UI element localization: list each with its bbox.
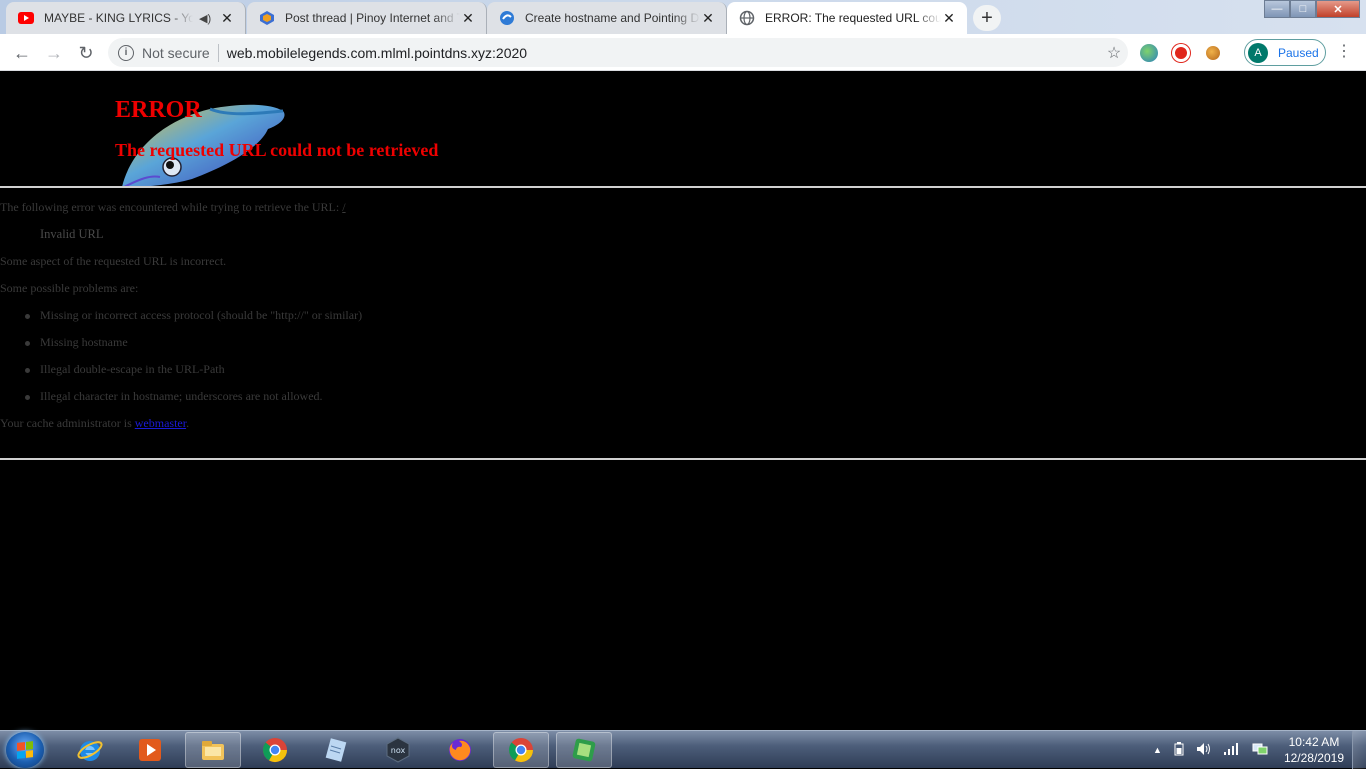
nox-icon[interactable]: nox: [370, 732, 426, 768]
globe-icon: [739, 10, 755, 26]
chrome-icon[interactable]: [247, 732, 303, 768]
profile-status: Paused: [1278, 45, 1319, 60]
network-icon[interactable]: [1252, 742, 1268, 759]
tab-error[interactable]: ERROR: The requested URL could not be re…: [727, 2, 967, 34]
close-tab-icon[interactable]: ✕: [219, 10, 235, 27]
forum-icon: [259, 10, 275, 26]
close-window-button[interactable]: ✕: [1316, 0, 1360, 18]
clock-date: 12/28/2019: [1283, 751, 1344, 765]
bullet: [25, 368, 30, 373]
tab-create-hostname[interactable]: Create hostname and Pointing DNS ✕: [487, 2, 727, 34]
chrome-icon[interactable]: [493, 732, 549, 768]
bullet: [25, 314, 30, 319]
minimize-button[interactable]: —: [1264, 0, 1290, 18]
forward-button[interactable]: →: [40, 39, 68, 67]
adblock-icon[interactable]: [1172, 44, 1190, 62]
list-item: Illegal double-escape in the URL-Path: [40, 362, 225, 376]
close-tab-icon[interactable]: ✕: [460, 10, 476, 27]
svg-text:nox: nox: [391, 746, 406, 755]
firefox-icon[interactable]: [432, 732, 488, 768]
problems-label: Some possible problems are:: [0, 281, 139, 295]
profile-button[interactable]: A Paused: [1244, 39, 1326, 66]
notepad-icon[interactable]: [308, 732, 364, 768]
page-subtitle: The requested URL could not be retrieved: [115, 140, 439, 160]
list-item: Missing hostname: [40, 335, 128, 349]
signal-icon[interactable]: [1223, 742, 1240, 758]
divider: [0, 458, 1366, 460]
tab-title: MAYBE - KING LYRICS - YouTube: [44, 11, 193, 25]
media-player-icon[interactable]: [122, 732, 178, 768]
info-icon[interactable]: i: [118, 44, 134, 61]
bookmark-star-icon[interactable]: ☆: [1100, 43, 1128, 63]
page-title: ERROR: [115, 97, 202, 123]
webmaster-link[interactable]: webmaster: [135, 416, 186, 430]
bullet: [25, 341, 30, 346]
volume-icon[interactable]: [1196, 742, 1212, 759]
admin-suffix: .: [186, 416, 190, 430]
show-desktop-button[interactable]: [1352, 731, 1366, 769]
intro-prefix: The following error was encountered whil…: [0, 200, 340, 214]
file-explorer-icon[interactable]: [185, 732, 241, 768]
error-page: ERROR The requested URL could not be ret…: [0, 71, 1366, 730]
url-text[interactable]: web.mobilelegends.com.mlml.pointdns.xyz:…: [227, 45, 1100, 61]
error-name: Invalid URL: [40, 227, 104, 241]
tab-youtube[interactable]: MAYBE - KING LYRICS - YouTube ◀) ✕: [6, 2, 246, 34]
intro-text: The following error was encountered whil…: [0, 200, 346, 215]
app-icon[interactable]: [556, 732, 612, 768]
noip-icon: [499, 10, 515, 26]
tab-title: ERROR: The requested URL could not be re…: [765, 11, 941, 25]
bullet: [25, 395, 30, 400]
divider: [0, 186, 1366, 188]
clock-time: 10:42 AM: [1288, 735, 1340, 749]
browser-toolbar: ← → ↻ i Not secure web.mobilelegends.com…: [0, 34, 1366, 71]
extension-globe-icon[interactable]: [1140, 44, 1158, 62]
maximize-button[interactable]: □: [1290, 0, 1316, 18]
back-button[interactable]: ←: [8, 39, 36, 67]
requested-url-link[interactable]: /: [342, 200, 345, 214]
admin-prefix: Your cache administrator is: [0, 416, 132, 430]
tab-title: Post thread | Pinoy Internet and Technol…: [285, 11, 460, 25]
divider: [217, 43, 219, 62]
start-button[interactable]: [6, 732, 44, 768]
list-item: Illegal character in hostname; underscor…: [40, 389, 323, 403]
tab-strip: MAYBE - KING LYRICS - YouTube ◀) ✕ Post …: [0, 0, 1366, 34]
admin-line: Your cache administrator is webmaster.: [0, 416, 189, 431]
youtube-icon: [18, 10, 34, 26]
show-hidden-icons-button[interactable]: ▲: [1153, 745, 1162, 755]
close-tab-icon[interactable]: ✕: [941, 10, 957, 27]
taskbar: nox ▲ 10:42 AM 12/28/2019: [0, 730, 1366, 769]
battery-icon[interactable]: [1174, 741, 1184, 759]
reload-button[interactable]: ↻: [72, 39, 100, 67]
list-item: Missing or incorrect access protocol (sh…: [40, 308, 363, 322]
extension-icon[interactable]: [1206, 46, 1220, 60]
window-controls: — □ ✕: [1264, 0, 1360, 18]
new-tab-button[interactable]: +: [973, 5, 1001, 31]
menu-icon[interactable]: ⋮: [1336, 42, 1352, 62]
internet-explorer-icon[interactable]: [62, 732, 118, 768]
address-bar[interactable]: i Not secure web.mobilelegends.com.mlml.…: [108, 38, 1128, 67]
windows-logo-icon: [17, 741, 33, 759]
tab-title: Create hostname and Pointing DNS: [525, 11, 700, 25]
security-label[interactable]: Not secure: [142, 45, 210, 61]
speaker-icon[interactable]: ◀): [199, 12, 213, 25]
close-tab-icon[interactable]: ✕: [700, 10, 716, 27]
avatar: A: [1248, 42, 1268, 63]
error-description: Some aspect of the requested URL is inco…: [0, 254, 227, 268]
tab-pinoy-forum[interactable]: Post thread | Pinoy Internet and Technol…: [247, 2, 487, 34]
system-tray: ▲ 10:42 AM 12/28/2019: [1147, 731, 1366, 769]
clock[interactable]: 10:42 AM 12/28/2019: [1284, 734, 1344, 766]
